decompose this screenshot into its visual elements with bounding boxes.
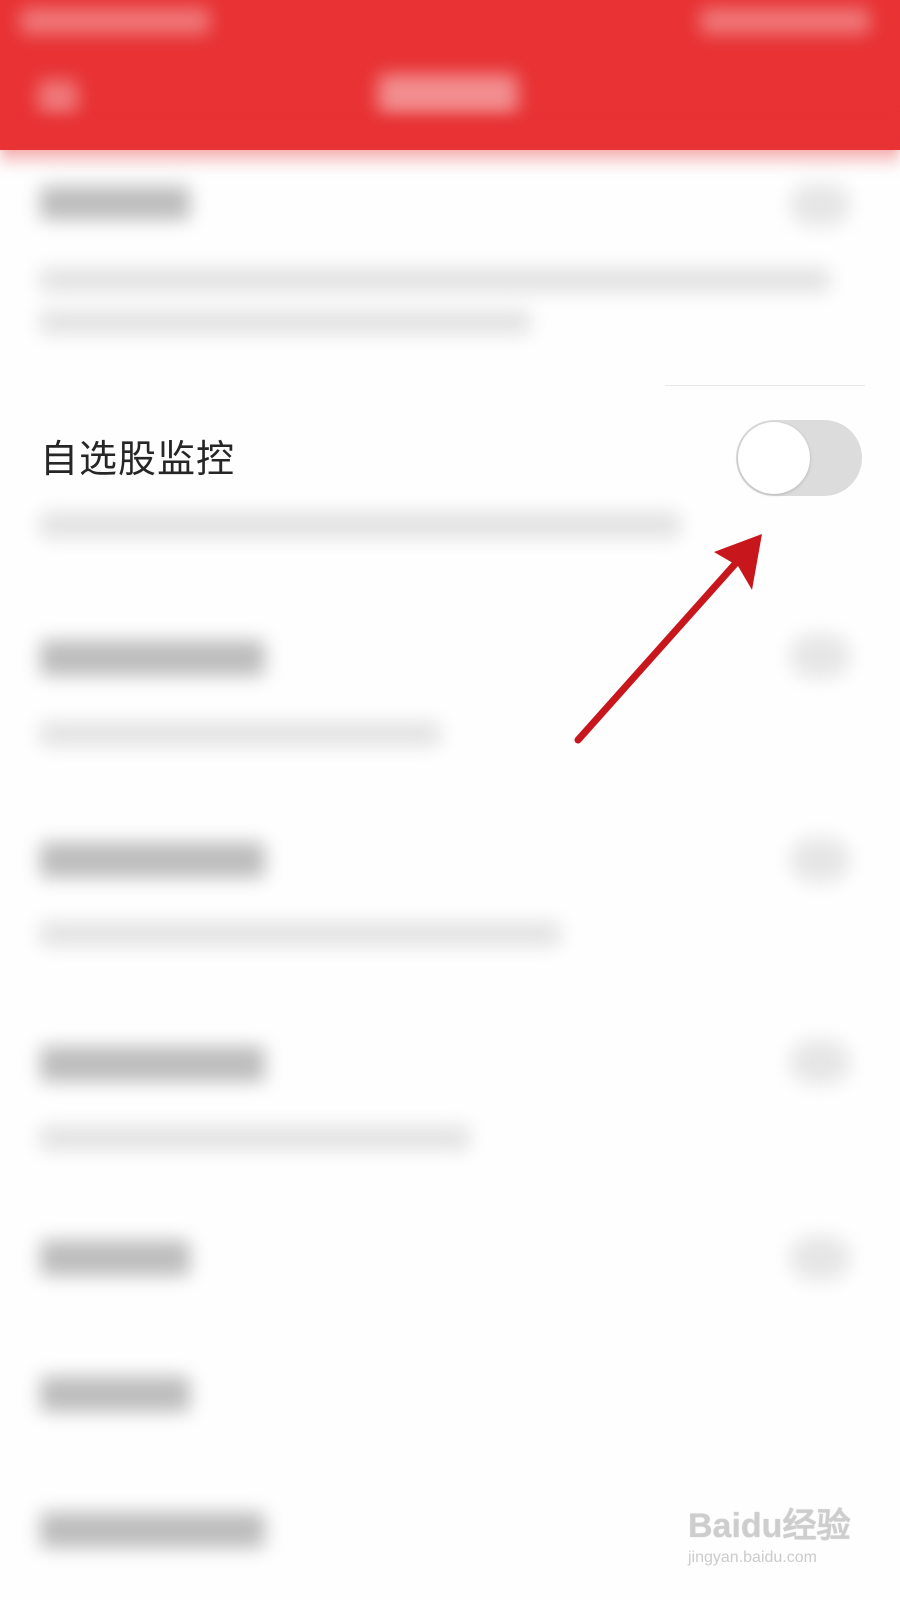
setting-title-blurred bbox=[40, 842, 265, 878]
header-shadow bbox=[0, 120, 900, 170]
divider bbox=[665, 385, 865, 386]
watchlist-monitor-toggle[interactable] bbox=[736, 420, 862, 496]
toggle-knob bbox=[738, 422, 810, 494]
setting-title-blurred bbox=[40, 186, 190, 220]
page-title-blurred bbox=[378, 74, 518, 114]
setting-desc-blurred bbox=[40, 922, 560, 946]
setting-title-blurred bbox=[40, 640, 265, 676]
setting-desc-blurred bbox=[40, 268, 830, 292]
back-icon[interactable] bbox=[38, 80, 78, 114]
setting-desc-blurred bbox=[40, 1126, 470, 1150]
setting-title-blurred bbox=[40, 1046, 265, 1082]
setting-desc-blurred bbox=[40, 310, 530, 334]
status-bar-right-blurred bbox=[700, 8, 870, 34]
setting-title-blurred bbox=[40, 1512, 265, 1548]
setting-desc-blurred bbox=[40, 512, 680, 538]
setting-toggle-blurred[interactable] bbox=[790, 1040, 850, 1084]
watermark-url: jingyan.baidu.com bbox=[688, 1549, 817, 1566]
watchlist-monitor-label: 自选股监控 bbox=[40, 437, 236, 481]
setting-desc-blurred bbox=[40, 722, 440, 746]
setting-title-blurred bbox=[40, 1376, 190, 1412]
settings-screen: 自选股监控 Baidu经验 jingyan.baidu.com bbox=[0, 0, 900, 1600]
setting-toggle-blurred[interactable] bbox=[790, 1236, 850, 1280]
status-bar-blurred bbox=[20, 8, 210, 34]
setting-toggle-blurred[interactable] bbox=[790, 634, 850, 678]
watermark-brand: Baidu经验 bbox=[688, 1507, 851, 1545]
setting-title-blurred bbox=[40, 1240, 190, 1276]
setting-toggle-blurred[interactable] bbox=[790, 838, 850, 882]
setting-toggle-blurred[interactable] bbox=[790, 184, 850, 226]
annotation-arrow bbox=[574, 534, 762, 744]
baidu-jingyan-watermark: Baidu经验 jingyan.baidu.com bbox=[688, 1498, 868, 1567]
